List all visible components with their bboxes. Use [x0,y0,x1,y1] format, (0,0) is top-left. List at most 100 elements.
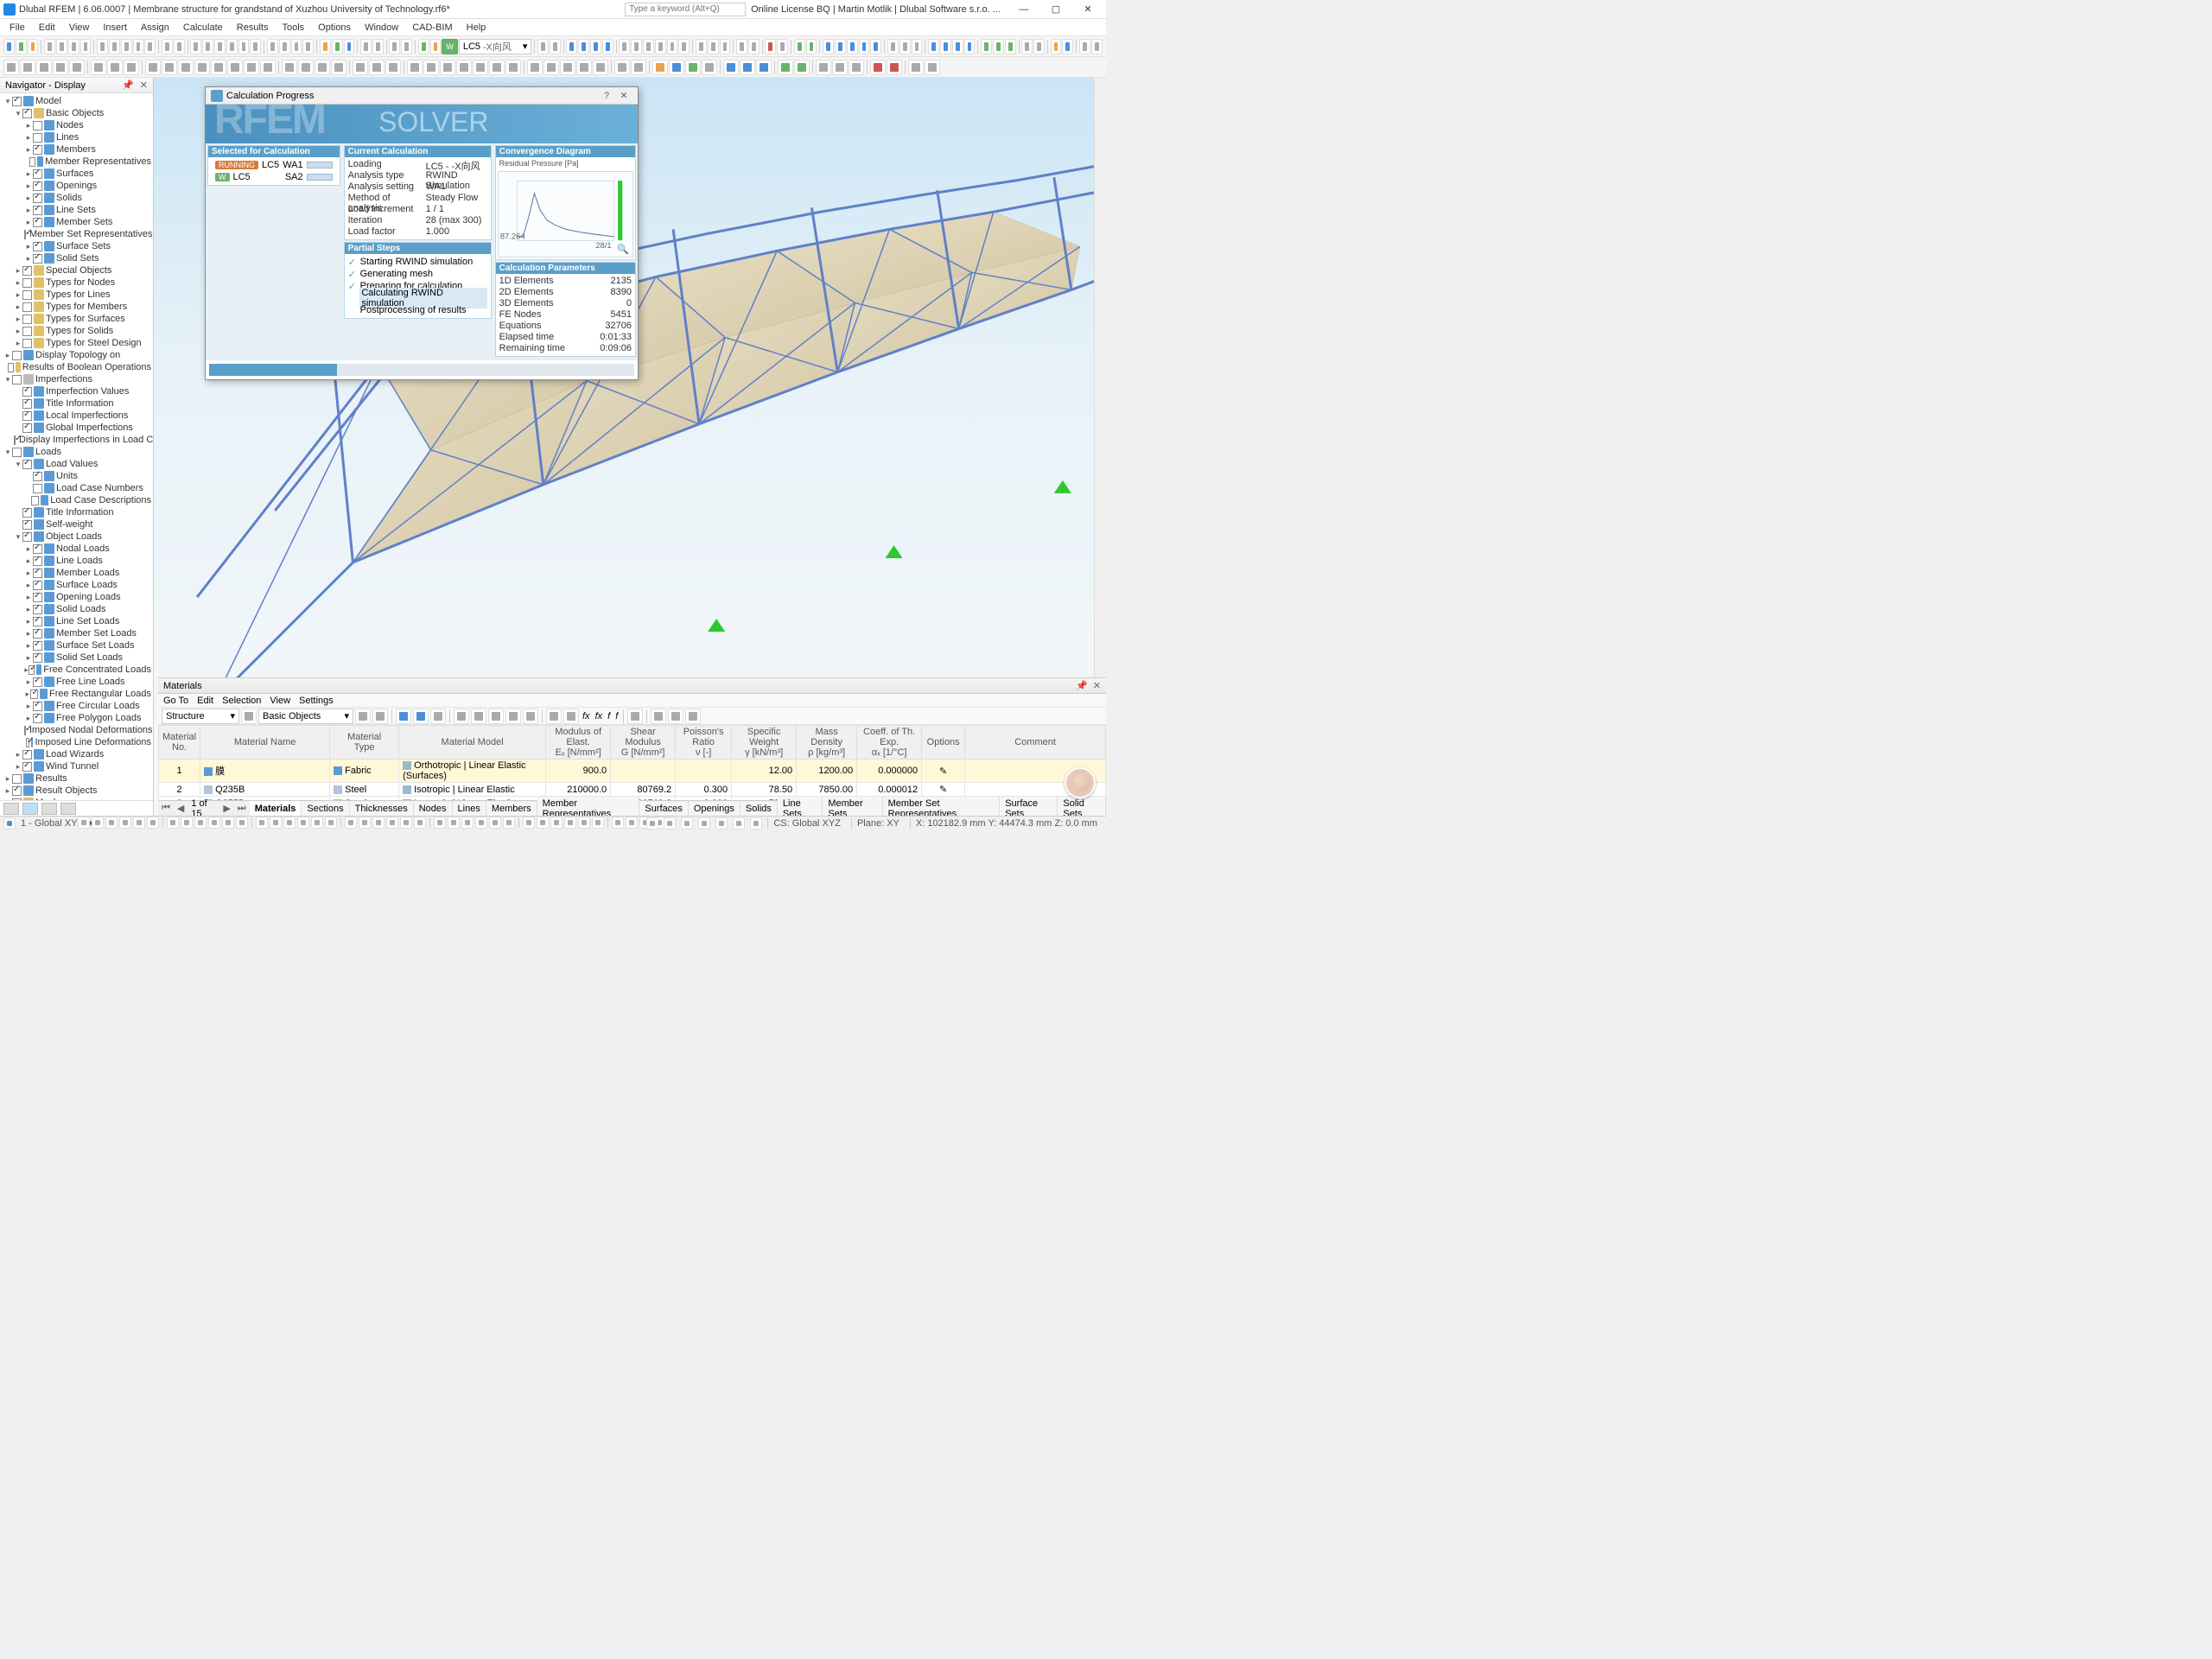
tree-checkbox[interactable] [33,677,42,687]
toolbar-button[interactable] [619,39,630,54]
tree-item[interactable]: ▸Members [0,143,153,156]
tree-item[interactable]: ▸Free Polygon Loads [0,712,153,724]
toolbar-button[interactable] [53,60,68,75]
nav-tab-views[interactable] [41,803,57,815]
tree-item[interactable]: Title Information [0,397,153,410]
tree-item[interactable]: ▾Load Values [0,458,153,470]
nav-tab-data[interactable] [3,803,19,815]
tree-checkbox[interactable] [24,726,26,735]
dialog-help-button[interactable]: ? [598,91,615,101]
toolbar-button[interactable] [1021,39,1033,54]
tree-checkbox[interactable] [33,121,42,130]
tree-item[interactable]: Member Set Representatives [0,228,153,240]
toolbar-button[interactable] [174,39,185,54]
nav-tab-display[interactable] [22,803,38,815]
toolbar-button[interactable] [162,60,177,75]
toolbar-button[interactable] [908,60,924,75]
toolbar-button[interactable] [964,39,976,54]
tree-item[interactable]: ▸Surfaces [0,168,153,180]
menu-edit[interactable]: Edit [33,21,61,35]
tree-item[interactable]: ▸Types for Members [0,301,153,313]
tree-checkbox[interactable] [12,798,22,801]
toolbar-button[interactable] [244,60,259,75]
material-row[interactable]: 1膜FabricOrthotropic | Linear Elastic (Su… [159,760,1106,783]
menu-options[interactable]: Options [312,21,357,35]
table-tab[interactable]: Materials [250,801,302,816]
menu-file[interactable]: File [3,21,31,35]
tree-checkbox[interactable] [22,327,32,336]
tree-checkbox[interactable] [33,605,42,614]
toolbar-button[interactable] [794,60,810,75]
tree-checkbox[interactable] [22,278,32,288]
tree-item[interactable]: ▸Line Loads [0,555,153,567]
toolbar-button[interactable] [870,39,881,54]
tree-checkbox[interactable] [33,556,42,566]
toolbar-button[interactable] [320,39,331,54]
mat-menu-edit[interactable]: Edit [197,696,213,706]
toolbar-button[interactable] [560,60,575,75]
toolbar-button[interactable] [823,39,834,54]
toolbar-button[interactable] [473,60,488,75]
table-tab[interactable]: Members [486,802,537,816]
tree-item[interactable]: ▸Member Set Loads [0,627,153,639]
menu-calculate[interactable]: Calculate [177,21,229,35]
tree-checkbox[interactable] [24,230,26,239]
toolbar-button[interactable] [372,39,384,54]
toolbar-button[interactable] [190,39,201,54]
tree-checkbox[interactable] [33,145,42,155]
menu-results[interactable]: Results [231,21,275,35]
toolbar-button[interactable] [267,39,278,54]
tree-item[interactable]: Load Case Numbers [0,482,153,494]
navigator-close-button[interactable]: ✕ [140,80,148,91]
navigator-pin-icon[interactable]: 📌 [122,80,134,91]
toolbar-button[interactable] [1062,39,1073,54]
tree-checkbox[interactable] [33,593,42,602]
toolbar-button[interactable] [202,39,213,54]
tree-checkbox[interactable] [22,109,32,118]
tree-checkbox[interactable] [33,194,42,203]
toolbar-button[interactable] [1033,39,1045,54]
tree-item[interactable]: ▸Nodal Loads [0,543,153,555]
tree-checkbox[interactable] [33,714,42,723]
toolbar-button[interactable] [643,39,654,54]
toolbar-button[interactable] [109,39,120,54]
tree-checkbox[interactable] [12,375,22,385]
tree-checkbox[interactable] [33,242,42,251]
toolbar-button[interactable] [720,39,731,54]
tree-item[interactable]: ▸Free Line Loads [0,676,153,688]
tree-item[interactable]: ▸Types for Surfaces [0,313,153,325]
toolbar-button[interactable] [302,39,314,54]
menu-cad-bim[interactable]: CAD-BIM [406,21,458,35]
tree-item[interactable]: ▸Display Topology on [0,349,153,361]
toolbar-button[interactable] [1005,39,1016,54]
tree-item[interactable]: ▸Surface Loads [0,579,153,591]
tree-item[interactable]: ▸Free Concentrated Loads [0,664,153,676]
tree-item[interactable]: Self-weight [0,518,153,531]
table-tab[interactable]: Sections [302,802,349,816]
tree-checkbox[interactable] [30,690,38,699]
toolbar-button[interactable] [211,60,226,75]
toolbar-button[interactable] [859,39,870,54]
cs-dropdown[interactable]: 1 - Global XYZ [21,818,83,829]
dialog-close-button[interactable]: ✕ [615,90,632,101]
tree-checkbox[interactable] [22,520,32,530]
table-tab[interactable]: Nodes [414,802,453,816]
toolbar-button[interactable] [360,39,372,54]
toolbar-button[interactable] [736,39,747,54]
toolbar-button[interactable] [832,60,848,75]
maximize-button[interactable]: ▢ [1041,1,1071,18]
tree-checkbox[interactable] [22,762,32,772]
material-row[interactable]: 2Q235BSteelIsotropic | Linear Elastic210… [159,783,1106,797]
toolbar-button[interactable] [124,60,139,75]
tree-checkbox[interactable] [22,266,32,276]
toolbar-button[interactable] [527,60,543,75]
tree-item[interactable]: ▸Free Circular Loads [0,700,153,712]
table-tab[interactable]: Surfaces [639,802,688,816]
structure-dropdown[interactable]: Structure▾ [162,709,239,724]
toolbar-button[interactable] [652,60,668,75]
toolbar-button[interactable] [332,39,343,54]
toolbar-button[interactable] [1051,39,1062,54]
tree-item[interactable]: ▸Types for Steel Design [0,337,153,349]
tree-item[interactable]: ▸Types for Lines [0,289,153,301]
tree-checkbox[interactable] [22,302,32,312]
